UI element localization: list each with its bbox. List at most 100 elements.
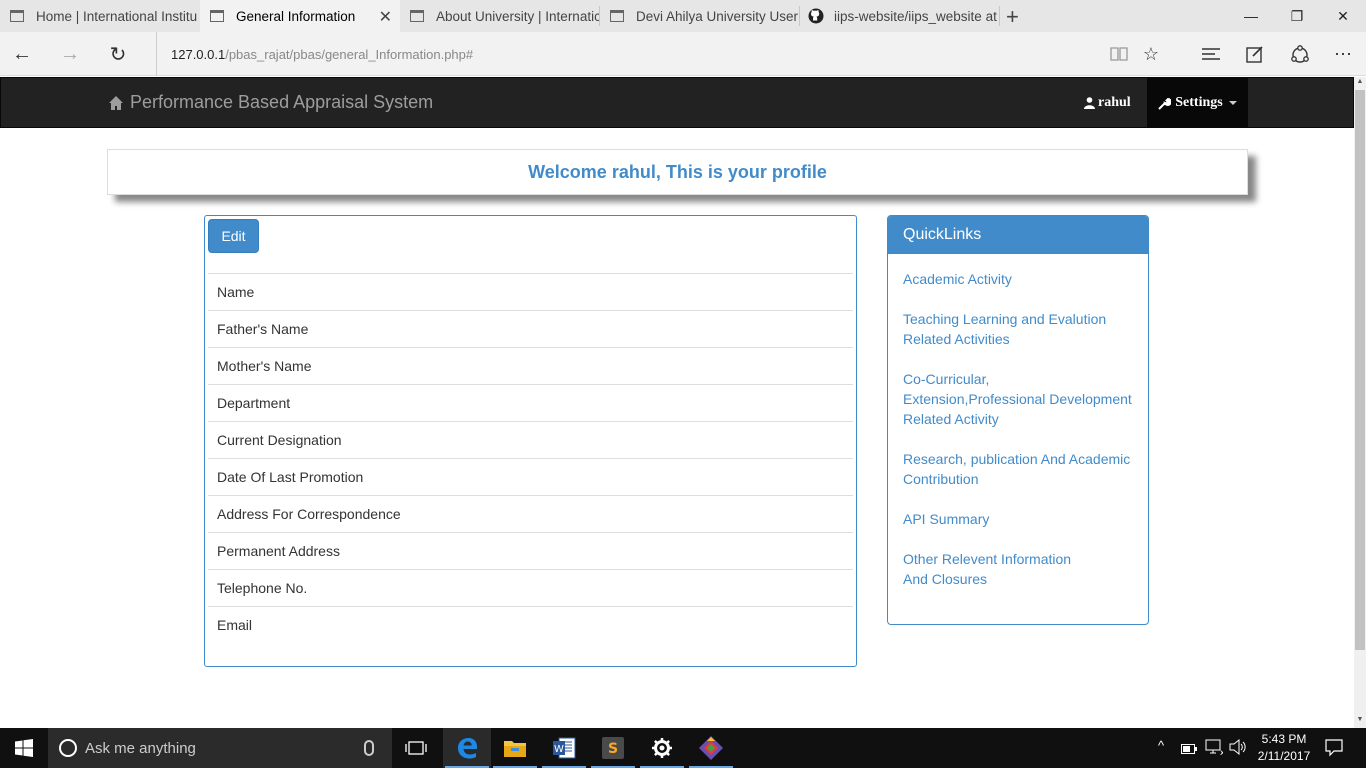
browser-tab-home[interactable]: Home | International Institu xyxy=(0,0,200,32)
url-path: /pbas_rajat/pbas/general_Information.php… xyxy=(225,46,474,62)
link-text: Research, publication And Academic xyxy=(903,451,1131,467)
show-hidden-icons-icon[interactable]: ^ xyxy=(1158,738,1164,753)
brand-title: Performance Based Appraisal System xyxy=(130,92,434,112)
settings-label: Settings xyxy=(1175,95,1223,110)
field-department: Department xyxy=(208,384,853,421)
scroll-up-icon[interactable]: ▲ xyxy=(1355,78,1365,88)
windows-taskbar: Ask me anything W S ^ x 5:43 PM 2/11/201… xyxy=(0,728,1366,768)
microphone-icon[interactable] xyxy=(364,740,374,756)
network-icon[interactable]: x xyxy=(1205,739,1225,758)
browser-tab-general-information[interactable]: General Information ✕ xyxy=(200,0,400,32)
tab-title: Home | International Institu xyxy=(36,8,198,24)
web-note-icon[interactable] xyxy=(1243,42,1267,66)
url-field[interactable]: 127.0.0.1/pbas_rajat/pbas/general_Inform… xyxy=(156,32,1096,76)
share-icon[interactable] xyxy=(1288,42,1312,66)
quicklinks-panel: QuickLinks Academic Activity Teaching Le… xyxy=(887,215,1149,625)
field-fathers-name: Father's Name xyxy=(208,310,853,347)
settings-dropdown[interactable]: Settings xyxy=(1147,78,1248,128)
welcome-text: Welcome rahul, This is your profile xyxy=(528,161,827,182)
battery-icon[interactable] xyxy=(1181,742,1197,757)
user-icon xyxy=(1084,97,1095,109)
link-other-relevant-information[interactable]: Other Relevent Information And Closures xyxy=(903,549,1133,589)
edge-browser-icon[interactable] xyxy=(443,728,491,768)
link-text: And Closures xyxy=(903,571,988,587)
close-window-icon[interactable]: ✕ xyxy=(1320,0,1366,32)
link-text: Teaching Learning and Evalution xyxy=(903,311,1107,327)
browser-tab-github[interactable]: iips-website/iips_website at xyxy=(800,0,998,32)
word-icon[interactable]: W xyxy=(540,728,588,768)
link-text: Academic Activity xyxy=(903,271,1012,287)
link-text: Co-Curricular, xyxy=(903,371,990,387)
home-icon xyxy=(109,95,123,110)
tab-title: General Information xyxy=(236,8,356,24)
clock-time: 5:43 PM xyxy=(1261,732,1307,746)
cortana-search-box[interactable]: Ask me anything xyxy=(48,728,392,768)
link-research-publication[interactable]: Research, publication And Academic Contr… xyxy=(903,449,1133,489)
browser-tab-about-university[interactable]: About University | Internatic xyxy=(400,0,600,32)
link-academic-activity[interactable]: Academic Activity xyxy=(903,269,1133,289)
page-icon xyxy=(410,10,424,22)
reading-view-icon[interactable] xyxy=(1107,42,1131,66)
user-menu[interactable]: rahul xyxy=(1072,78,1143,128)
restore-icon[interactable]: ❐ xyxy=(1274,0,1320,32)
tab-title: Devi Ahilya University User xyxy=(636,8,799,24)
scrollbar-thumb[interactable] xyxy=(1355,90,1365,650)
cortana-icon xyxy=(59,739,77,757)
wrench-icon xyxy=(1158,97,1172,110)
field-mothers-name: Mother's Name xyxy=(208,347,853,384)
browser-tab-devi-ahilya[interactable]: Devi Ahilya University User xyxy=(600,0,799,32)
edit-button[interactable]: Edit xyxy=(208,219,259,253)
link-text: API Summary xyxy=(903,511,990,527)
favorite-star-icon[interactable]: ☆ xyxy=(1139,42,1163,66)
start-button[interactable] xyxy=(0,728,48,768)
link-text: Related Activity xyxy=(903,411,999,427)
address-bar: ← → ↻ 127.0.0.1/pbas_rajat/pbas/general_… xyxy=(0,32,1366,76)
search-placeholder: Ask me anything xyxy=(85,739,196,757)
clock-date: 2/11/2017 xyxy=(1257,749,1311,763)
link-text: Other Relevent Information xyxy=(903,551,1072,567)
file-explorer-icon[interactable] xyxy=(491,728,539,768)
github-icon xyxy=(808,8,824,24)
link-text: Contribution xyxy=(903,471,979,487)
link-teaching-learning[interactable]: Teaching Learning and Evalution Related … xyxy=(903,309,1133,349)
windows-logo-icon xyxy=(15,739,33,757)
link-text: Related Activities xyxy=(903,331,1010,347)
refresh-icon[interactable]: ↻ xyxy=(104,40,132,68)
profile-panel: Edit Name Father's Name Mother's Name De… xyxy=(204,215,857,667)
top-navbar: Performance Based Appraisal System rahul… xyxy=(0,77,1354,128)
field-email: Email xyxy=(208,606,853,643)
settings-gear-icon[interactable] xyxy=(638,728,686,768)
link-co-curricular[interactable]: Co-Curricular, Extension,Professional De… xyxy=(903,369,1133,429)
url-host: 127.0.0.1 xyxy=(171,46,226,62)
more-icon[interactable]: ⋯ xyxy=(1331,42,1355,66)
new-tab-icon[interactable]: + xyxy=(1006,4,1019,30)
forward-icon[interactable]: → xyxy=(56,40,84,68)
profile-fields-table: Name Father's Name Mother's Name Departm… xyxy=(208,273,853,643)
page-icon xyxy=(10,10,24,22)
scroll-down-icon[interactable]: ▼ xyxy=(1355,716,1365,726)
quicklinks-list: Academic Activity Teaching Learning and … xyxy=(888,254,1148,589)
field-name: Name xyxy=(208,273,853,310)
page-icon xyxy=(210,10,224,22)
hub-icon[interactable] xyxy=(1199,42,1223,66)
close-tab-icon[interactable]: ✕ xyxy=(379,7,392,27)
minimize-icon[interactable]: — xyxy=(1228,0,1274,32)
svg-text:S: S xyxy=(608,741,618,757)
quicklinks-heading: QuickLinks xyxy=(888,216,1148,254)
browser-tab-bar: Home | International Institu General Inf… xyxy=(0,0,1366,32)
brand-link[interactable]: Performance Based Appraisal System xyxy=(108,92,433,113)
tab-title: iips-website/iips_website at xyxy=(834,8,997,24)
tab-divider xyxy=(999,6,1000,26)
field-date-of-last-promotion: Date Of Last Promotion xyxy=(208,458,853,495)
action-center-icon[interactable] xyxy=(1325,739,1343,760)
volume-icon[interactable] xyxy=(1229,738,1247,758)
system-clock[interactable]: 5:43 PM 2/11/2017 xyxy=(1246,731,1322,765)
task-view-icon[interactable] xyxy=(392,728,440,768)
page-icon xyxy=(610,10,624,22)
sublime-text-icon[interactable]: S xyxy=(589,728,637,768)
git-gui-icon[interactable] xyxy=(687,728,735,768)
back-icon[interactable]: ← xyxy=(8,40,36,68)
link-api-summary[interactable]: API Summary xyxy=(903,509,1133,529)
svg-text:x: x xyxy=(1220,748,1223,755)
tab-title: About University | Internatic xyxy=(436,8,600,24)
